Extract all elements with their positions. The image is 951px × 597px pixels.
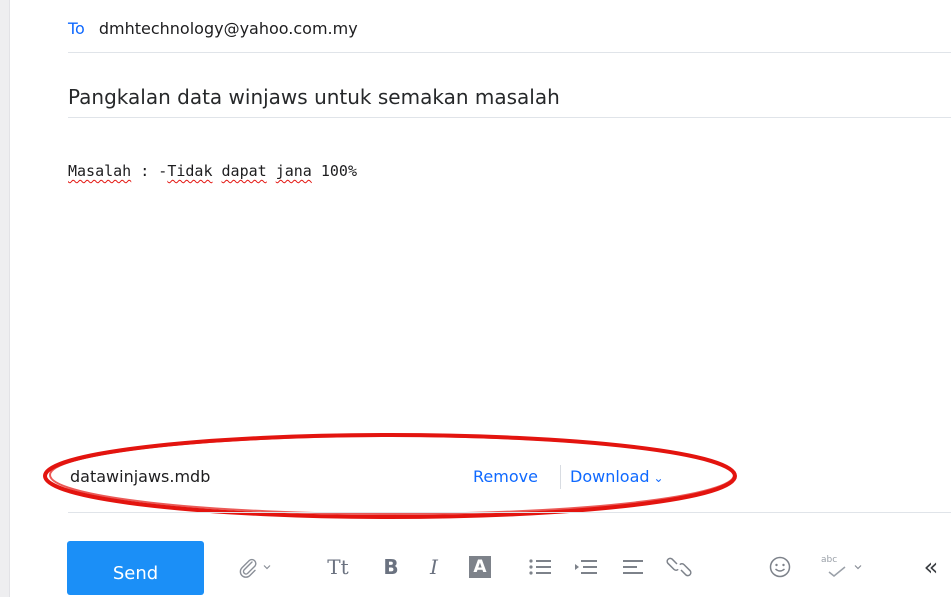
text-color-icon: A	[469, 556, 491, 578]
misspelled-word: Masalah	[68, 162, 132, 180]
divider	[68, 52, 951, 53]
italic-button[interactable]: I	[423, 552, 445, 582]
chevron-down-icon: ⌄	[653, 471, 664, 485]
check-mark	[828, 566, 846, 577]
text-size-button[interactable]: Tt	[322, 552, 354, 582]
body-text: 100%	[311, 162, 357, 180]
divider	[68, 512, 951, 513]
align-icon	[623, 560, 643, 574]
chevron-down-icon	[854, 565, 862, 570]
bold-icon: B	[383, 555, 399, 579]
send-button[interactable]: Send	[67, 541, 204, 595]
to-label: To	[68, 19, 85, 38]
spellcheck-label: abc	[821, 555, 838, 565]
insert-link-button[interactable]	[664, 552, 694, 582]
body-text: : -	[131, 162, 168, 180]
compose-toolbar: Send Tt B I A abc «	[0, 540, 951, 597]
bullet-list-button[interactable]	[526, 552, 554, 582]
spellcheck-button[interactable]: abc	[820, 552, 864, 582]
misspelled-word: dapat	[221, 162, 267, 180]
link-icon	[666, 557, 692, 577]
align-button[interactable]	[619, 552, 647, 582]
indent-icon	[575, 560, 597, 574]
attachment-filename: datawinjaws.mdb	[70, 467, 211, 486]
chevron-down-icon	[263, 565, 270, 570]
collapse-icon: «	[923, 553, 939, 581]
text-size-icon: Tt	[327, 555, 349, 579]
remove-attachment-link[interactable]: Remove	[473, 467, 538, 486]
attach-icon	[239, 558, 256, 578]
separator	[560, 465, 561, 489]
italic-icon: I	[430, 555, 438, 579]
emoji-button[interactable]	[766, 552, 794, 582]
subject-field[interactable]: Pangkalan data winjaws untuk semakan mas…	[68, 84, 560, 110]
divider	[68, 117, 951, 118]
emoji-icon	[769, 556, 791, 578]
left-panel-edge	[0, 0, 10, 597]
download-label: Download	[570, 467, 650, 486]
download-attachment-link[interactable]: Download ⌄	[570, 467, 664, 486]
to-row[interactable]: To dmhtechnology@yahoo.com.my	[68, 18, 358, 40]
attachment-row: datawinjaws.mdb Remove Download ⌄	[70, 465, 710, 491]
misspelled-word: Tidak	[167, 162, 213, 180]
spellcheck-icon: abc	[821, 555, 847, 579]
misspelled-word: jana	[275, 162, 312, 180]
recipient-address[interactable]: dmhtechnology@yahoo.com.my	[99, 19, 358, 38]
message-body[interactable]: Masalah : -Tidak dapat jana 100%	[68, 161, 357, 181]
body-text	[213, 162, 222, 180]
bold-button[interactable]: B	[378, 552, 404, 582]
attach-button[interactable]	[232, 552, 276, 582]
text-color-button[interactable]: A	[468, 552, 492, 582]
collapse-toolbar-button[interactable]: «	[918, 552, 944, 582]
body-text	[267, 162, 276, 180]
bullet-list-icon	[529, 559, 551, 575]
indent-button[interactable]	[572, 552, 600, 582]
